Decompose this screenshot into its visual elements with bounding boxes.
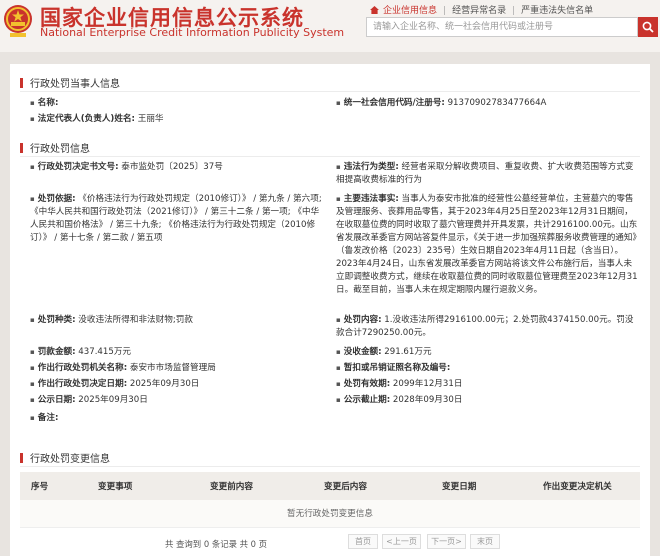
remark: 备注: bbox=[30, 412, 320, 425]
changes-table-header: 序号 变更事项 变更前内容 变更后内容 变更日期 作出变更决定机关 bbox=[20, 472, 640, 500]
fine-amount: 罚款金额: 437.415万元 bbox=[30, 346, 320, 359]
main-facts: 主要违法事实: 当事人为泰安市批准的经营性公墓经营单位，主营墓穴的零售及管理服务… bbox=[336, 193, 640, 297]
col-change-date: 变更日期 bbox=[442, 482, 477, 492]
site-subtitle: National Enterprise Credit Information P… bbox=[40, 26, 345, 39]
search-icon bbox=[642, 21, 654, 33]
last-page-button[interactable]: 末页 bbox=[470, 534, 500, 549]
decision-date: 作出行政处罚决定日期: 2025年09月30日 bbox=[30, 378, 320, 391]
license-revocation: 暂扣或吊销证照名称及编号: bbox=[336, 362, 636, 375]
penalty-basis: 处罚依据: 《价格违法行为行政处罚规定（2010修订）》 / 第九条 / 第六项… bbox=[30, 193, 326, 245]
penalty-authority: 作出行政处罚机关名称: 泰安市市场监督管理局 bbox=[30, 362, 320, 375]
penalty-validity: 处罚有效期: 2099年12月31日 bbox=[336, 378, 636, 391]
party-name: 名称: bbox=[30, 97, 320, 110]
changes-section-title: 行政处罚变更信息 bbox=[20, 450, 110, 465]
publicity-date: 公示日期: 2025年09月30日 bbox=[30, 394, 320, 407]
empty-table-message: 暂无行政处罚变更信息 bbox=[20, 500, 640, 528]
first-page-button[interactable]: 首页 bbox=[348, 534, 378, 549]
violation-type: 违法行为类型: 经营者采取分解收费项目、重复收费、扩大收费范围等方式变相提高收费… bbox=[336, 161, 640, 187]
divider bbox=[20, 466, 640, 467]
national-emblem-icon bbox=[4, 5, 32, 37]
top-nav: 企业信用信息 | 经营异常名录 | 严重违法失信名单 bbox=[370, 3, 593, 16]
detail-card: 行政处罚当事人信息 名称: 统一社会信用代码/注册号: 913709027834… bbox=[10, 64, 650, 556]
home-icon bbox=[370, 6, 379, 14]
col-after: 变更后内容 bbox=[324, 482, 367, 492]
penalty-kind: 处罚种类: 没收违法所得和非法财物;罚款 bbox=[30, 314, 326, 327]
divider bbox=[20, 91, 640, 92]
nav-blacklist[interactable]: 严重违法失信名单 bbox=[521, 3, 593, 16]
nav-credit-info[interactable]: 企业信用信息 bbox=[383, 3, 437, 16]
col-index: 序号 bbox=[31, 482, 49, 492]
prev-page-button[interactable]: <上一页 bbox=[382, 534, 421, 549]
decision-doc-number: 行政处罚决定书文号: 泰市监处罚〔2025〕37号 bbox=[30, 161, 320, 174]
divider bbox=[20, 156, 640, 157]
penalty-content: 处罚内容: 1.没收违法所得2916100.00元；2.处罚款4374150.0… bbox=[336, 314, 640, 340]
next-page-button[interactable]: 下一页> bbox=[427, 534, 466, 549]
site-header: 国家企业信用信息公示系统 National Enterprise Credit … bbox=[0, 0, 660, 52]
party-section-title: 行政处罚当事人信息 bbox=[20, 75, 120, 90]
confiscation-amount: 没收金额: 291.61万元 bbox=[336, 346, 636, 359]
penalty-section-title: 行政处罚信息 bbox=[20, 140, 90, 155]
col-change-item: 变更事项 bbox=[98, 482, 133, 492]
col-before: 变更前内容 bbox=[210, 482, 253, 492]
legal-rep: 法定代表人(负责人)姓名: 王丽华 bbox=[30, 113, 320, 126]
nav-abnormal-list[interactable]: 经营异常名录 bbox=[452, 3, 506, 16]
search-button[interactable] bbox=[638, 17, 658, 37]
col-authority: 作出变更决定机关 bbox=[543, 482, 612, 492]
publicity-end-date: 公示截止期: 2028年09月30日 bbox=[336, 394, 636, 407]
credit-code: 统一社会信用代码/注册号: 91370902783477664A bbox=[336, 97, 636, 110]
pager-info: 共 查询到 0 条记录 共 0 页 bbox=[165, 539, 268, 549]
search-input[interactable]: 请输入企业名称、统一社会信用代码或注册号 bbox=[366, 17, 638, 37]
